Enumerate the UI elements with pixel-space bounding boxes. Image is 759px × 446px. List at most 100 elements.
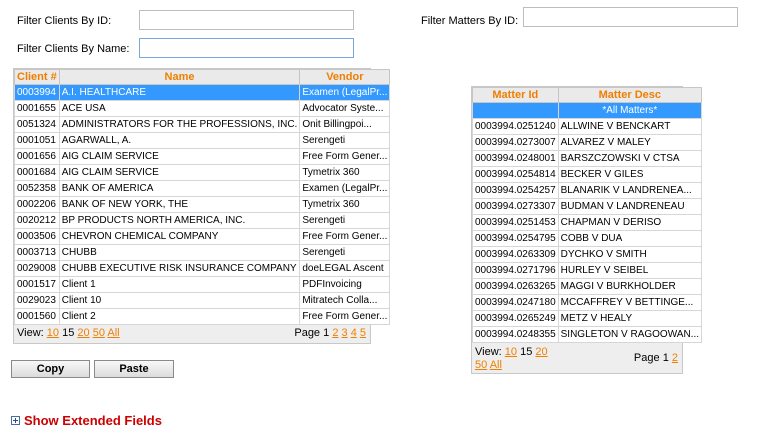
matters-page-size-10[interactable]: 10 <box>505 346 517 358</box>
table-row[interactable]: 0003713 CHUBB Serengeti <box>14 244 391 261</box>
matters-page-label: Page <box>633 352 660 364</box>
clients-page-label: Page <box>294 327 321 339</box>
matters-page-size-all[interactable]: All <box>490 359 502 371</box>
matters-header-0[interactable]: Matter Id <box>472 87 559 103</box>
table-row[interactable]: 0003994.0247180 MCCAFFREY V BETTINGE... <box>472 294 703 311</box>
table-row[interactable]: 0003994.0251240 ALLWINE V BENCKART <box>472 118 703 135</box>
clients-cell: Free Form Gener... <box>299 148 391 165</box>
matters-page-link-2[interactable]: 2 <box>672 352 678 364</box>
table-row[interactable]: 0003994.0271796 HURLEY V SEIBEL <box>472 262 703 279</box>
matters-cell: BUDMAN V LANDRENEAU <box>557 198 703 215</box>
clients-header-0[interactable]: Client # <box>14 69 60 85</box>
filter-client-name-label: Filter Clients By Name: <box>17 43 130 55</box>
clients-cell: 0001684 <box>14 164 60 181</box>
table-row[interactable]: 0001684 AIG CLAIM SERVICE Tymetrix 360 <box>14 164 391 181</box>
clients-cell: AGARWALL, A. <box>58 132 301 149</box>
matters-cell: 0003994.0247180 <box>472 294 559 311</box>
matters-cell: 0003994.0251453 <box>472 214 559 231</box>
matters-cell: ALVAREZ V MALEY <box>557 134 703 151</box>
paste-button[interactable]: Paste <box>94 360 174 378</box>
clients-cell: A.I. HEALTHCARE <box>58 84 301 101</box>
matters-cell: METZ V HEALY <box>557 310 703 327</box>
clients-page-link-4[interactable]: 4 <box>351 327 357 339</box>
table-row[interactable]: 0001051 AGARWALL, A. Serengeti <box>14 132 391 149</box>
clients-cell: 0020212 <box>14 212 60 229</box>
clients-cell: 0003713 <box>14 244 60 261</box>
table-row[interactable]: 0051324 ADMINISTRATORS FOR THE PROFESSION… <box>14 116 391 133</box>
matters-page-size-50[interactable]: 50 <box>475 359 487 371</box>
clients-cell: Serengeti <box>299 132 391 149</box>
matters-cell: 0003994.0271796 <box>472 262 559 279</box>
matters-cell: DYCHKO V SMITH <box>557 246 703 263</box>
clients-view-label: View: <box>17 327 44 339</box>
clients-cell: CHUBB <box>58 244 301 261</box>
show-extended-fields-link[interactable]: Show Extended Fields <box>11 413 162 428</box>
clients-page-link-2[interactable]: 2 <box>332 327 338 339</box>
clients-cell: BANK OF NEW YORK, THE <box>58 196 301 213</box>
copy-button[interactable]: Copy <box>11 360 90 378</box>
clients-cell: 0029023 <box>14 292 60 309</box>
table-row[interactable]: 0001655 ACE USA Advocator Syste... <box>14 100 391 117</box>
clients-cell: 0003506 <box>14 228 60 245</box>
filter-client-name-input[interactable] <box>139 38 354 58</box>
clients-grid: Client # Name Vendor 0003994 A.I. HEALTHCAR… <box>13 68 391 344</box>
table-row[interactable]: 0002206 BANK OF NEW YORK, THE Tymetrix 360 <box>14 196 391 213</box>
matters-cell: CHAPMAN V DERISO <box>557 214 703 231</box>
clients-cell: Client 1 <box>58 276 301 293</box>
clients-page-size-50[interactable]: 50 <box>93 327 105 339</box>
table-row[interactable]: 0029008 CHUBB EXECUTIVE RISK INSURANCE CO… <box>14 260 391 277</box>
matters-cell: SINGLETON V RAGOOWAN... <box>557 326 703 343</box>
filter-matter-id-input[interactable] <box>523 7 738 27</box>
matters-header-1[interactable]: Matter Desc <box>557 87 703 103</box>
table-row[interactable]: 0003994.0254257 BLANARIK V LANDRENEA... <box>472 182 703 199</box>
table-row[interactable]: 0003994.0248355 SINGLETON V RAGOOWAN... <box>472 326 703 343</box>
clients-cell: Free Form Gener... <box>299 308 391 325</box>
table-row[interactable]: 0029023 Client 10 Mitratech Colla... <box>14 292 391 309</box>
matters-cell: ALLWINE V BENCKART <box>557 118 703 135</box>
clients-cell: 0001655 <box>14 100 60 117</box>
table-row[interactable]: 0003994.0254795 COBB V DUA <box>472 230 703 247</box>
clients-cell: doeLEGAL Ascent <box>299 260 391 277</box>
table-row[interactable]: 0003994 A.I. HEALTHCARE Examen (LegalPr... <box>14 84 391 101</box>
matters-page-size-20[interactable]: 20 <box>535 346 547 358</box>
clients-page-size-10[interactable]: 10 <box>47 327 59 339</box>
clients-page-size: View: 10 15 20 50 All <box>17 327 120 339</box>
clients-cell: Advocator Syste... <box>299 100 391 117</box>
plus-box-icon <box>11 416 20 425</box>
table-row[interactable]: 0003506 CHEVRON CHEMICAL COMPANY Free Form… <box>14 228 391 245</box>
matters-view-label: View: <box>475 346 502 358</box>
clients-cell: Onit Billingpoi... <box>299 116 391 133</box>
table-row[interactable]: *All Matters* <box>472 102 703 119</box>
table-row[interactable]: 0003994.0263265 MAGGI V BURKHOLDER <box>472 278 703 295</box>
clients-page-link-3[interactable]: 3 <box>342 327 348 339</box>
table-row[interactable]: 0001517 Client 1 PDFInvoicing <box>14 276 391 293</box>
clients-cell: 0001656 <box>14 148 60 165</box>
clients-cell: Free Form Gener... <box>299 228 391 245</box>
filter-client-id-input[interactable] <box>139 10 354 30</box>
show-extended-fields-label: Show Extended Fields <box>24 413 162 428</box>
table-row[interactable]: 0003994.0251453 CHAPMAN V DERISO <box>472 214 703 231</box>
table-row[interactable]: 0003994.0265249 METZ V HEALY <box>472 310 703 327</box>
clients-header-2[interactable]: Vendor <box>299 69 391 85</box>
filter-client-id-label: Filter Clients By ID: <box>17 15 112 27</box>
matters-cell: BLANARIK V LANDRENEA... <box>557 182 703 199</box>
clients-page-size-20[interactable]: 20 <box>77 327 89 339</box>
matters-grid: Matter Id Matter Desc *All Matters* 000399… <box>471 86 703 374</box>
clients-cell: 0029008 <box>14 260 60 277</box>
table-row[interactable]: 0003994.0273007 ALVAREZ V MALEY <box>472 134 703 151</box>
clients-cell: Client 10 <box>58 292 301 309</box>
table-row[interactable]: 0001656 AIG CLAIM SERVICE Free Form Gener.… <box>14 148 391 165</box>
table-row[interactable]: 0003994.0273307 BUDMAN V LANDRENEAU <box>472 198 703 215</box>
table-row[interactable]: 0003994.0254814 BECKER V GILES <box>472 166 703 183</box>
filter-matter-id-label: Filter Matters By ID: <box>421 15 519 27</box>
table-row[interactable]: 0003994.0248001 BARSZCZOWSKI V CTSA <box>472 150 703 167</box>
matters-cell: BARSZCZOWSKI V CTSA <box>557 150 703 167</box>
table-row[interactable]: 0001560 Client 2 Free Form Gener... <box>14 308 391 325</box>
matters-page-link-1: 1 <box>662 352 669 364</box>
table-row[interactable]: 0003994.0263309 DYCHKO V SMITH <box>472 246 703 263</box>
clients-page-size-all[interactable]: All <box>107 327 119 339</box>
clients-page-link-5[interactable]: 5 <box>360 327 366 339</box>
table-row[interactable]: 0052358 BANK OF AMERICA Examen (LegalPr... <box>14 180 391 197</box>
table-row[interactable]: 0020212 BP PRODUCTS NORTH AMERICA, INC. Se… <box>14 212 391 229</box>
clients-header-1[interactable]: Name <box>58 69 301 85</box>
